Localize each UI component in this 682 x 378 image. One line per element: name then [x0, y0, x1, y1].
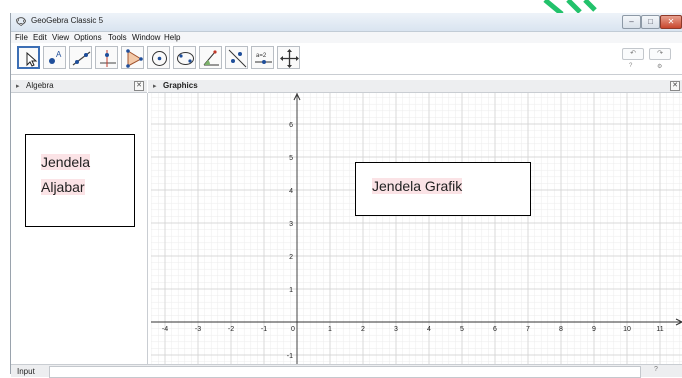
algebra-title: Algebra	[26, 81, 54, 90]
line-icon	[72, 51, 91, 66]
algebra-view[interactable]: Jendela Aljabar	[11, 93, 148, 370]
graphics-header: ▸ Graphics ✕	[148, 80, 682, 93]
y-tick-label: 2	[289, 254, 293, 261]
x-tick-label: -3	[195, 326, 201, 333]
graphics-callout: Jendela Grafik	[355, 162, 531, 216]
x-tick-label: -1	[261, 326, 267, 333]
algebra-close-button[interactable]: ✕	[134, 81, 144, 91]
x-tick-label: 3	[394, 326, 398, 333]
move-tool[interactable]	[17, 46, 40, 69]
x-tick-label: 1	[328, 326, 332, 333]
algebra-callout-line1: Jendela	[41, 154, 91, 170]
menu-file[interactable]: File	[15, 32, 28, 43]
maximize-button[interactable]: □	[641, 15, 660, 29]
close-button[interactable]: ✕	[660, 15, 682, 29]
x-tick-label: 8	[559, 326, 563, 333]
menu-view[interactable]: View	[52, 32, 69, 43]
toolbar: A a=2 ↶ ↷ ? ⚙	[11, 44, 682, 75]
geogebra-window: GeoGebra Classic 5 – □ ✕ File Edit View …	[10, 13, 682, 378]
angle-icon	[203, 50, 219, 66]
menu-bar: File Edit View Options Tools Window Help	[11, 32, 682, 43]
redo-button[interactable]: ↷	[649, 48, 671, 60]
input-field[interactable]	[49, 366, 641, 378]
x-tick-label: 10	[623, 326, 631, 333]
x-tick-label: 0	[291, 326, 295, 333]
algebra-toggle-icon[interactable]: ▸	[16, 82, 20, 90]
menu-window[interactable]: Window	[132, 32, 160, 43]
perpendicular-tool[interactable]	[95, 46, 118, 69]
slider-icon: a=2	[255, 53, 272, 64]
graphics-close-button[interactable]: ✕	[670, 81, 680, 91]
window-title: GeoGebra Classic 5	[31, 16, 104, 25]
x-tick-label: 9	[592, 326, 596, 333]
x-tick-label: 7	[526, 326, 530, 333]
input-label: Input	[17, 367, 35, 376]
algebra-header: ▸ Algebra ✕	[11, 80, 147, 93]
circle-tool[interactable]	[147, 46, 170, 69]
reflect-icon	[228, 49, 247, 68]
polygon-tool[interactable]	[121, 46, 144, 69]
x-tick-label: 5	[460, 326, 464, 333]
y-tick-label: -1	[287, 353, 293, 360]
point-label: A	[56, 50, 62, 59]
menu-tools[interactable]: Tools	[108, 32, 127, 43]
line-tool[interactable]	[69, 46, 92, 69]
x-tick-label: 11	[656, 326, 663, 333]
x-tick-label: -2	[228, 326, 234, 333]
settings-icon[interactable]: ⚙	[657, 63, 662, 70]
help-icon[interactable]: ?	[629, 63, 632, 69]
undo-button[interactable]: ↶	[622, 48, 644, 60]
angle-tool[interactable]	[199, 46, 222, 69]
graphics-view[interactable]: -4 -3 -2 -1 0 1 2 3 4 5 6 7 8 9 10 11 6 5 4 3 2 1 -1 Jendela G…	[151, 93, 682, 365]
y-tick-label: 4	[289, 188, 293, 195]
x-tick-label: 4	[427, 326, 431, 333]
circle-icon	[152, 51, 167, 66]
menu-edit[interactable]: Edit	[33, 32, 47, 43]
graphics-toggle-icon[interactable]: ▸	[153, 82, 157, 90]
slider-tool[interactable]: a=2	[251, 46, 274, 69]
reflect-tool[interactable]	[225, 46, 248, 69]
coordinate-grid[interactable]: -4 -3 -2 -1 0 1 2 3 4 5 6 7 8 9 10 11 6 5 4 3 2 1 -1	[151, 93, 682, 365]
x-tick-label: -4	[162, 326, 168, 333]
cursor-arrow-icon	[26, 51, 38, 67]
y-tick-label: 3	[289, 221, 293, 228]
graphics-callout-text: Jendela Grafik	[372, 178, 463, 194]
watermark-icon	[543, 0, 597, 14]
input-help-icon[interactable]: ?	[654, 366, 658, 373]
perpendicular-icon	[100, 50, 116, 67]
menu-help[interactable]: Help	[164, 32, 180, 43]
menu-options[interactable]: Options	[74, 32, 102, 43]
move-view-tool[interactable]	[277, 46, 300, 69]
algebra-callout: Jendela Aljabar	[25, 134, 135, 227]
geogebra-logo-icon	[16, 17, 26, 26]
point-tool[interactable]: A	[43, 46, 66, 69]
y-tick-label: 1	[289, 287, 293, 294]
ellipse-icon	[177, 52, 194, 65]
conic-tool[interactable]	[173, 46, 196, 69]
graphics-title: Graphics	[163, 81, 198, 90]
algebra-callout-line2: Aljabar	[41, 179, 85, 195]
input-bar: Input ?	[11, 364, 682, 378]
y-tick-label: 5	[289, 155, 293, 162]
point-icon: A	[49, 50, 62, 64]
move-view-icon	[280, 49, 299, 68]
x-tick-label: 6	[493, 326, 497, 333]
y-tick-label: 6	[289, 122, 293, 129]
title-bar: GeoGebra Classic 5 – □ ✕	[11, 13, 682, 32]
minimize-button[interactable]: –	[622, 15, 641, 29]
slider-text: a=2	[256, 53, 267, 59]
x-tick-label: 2	[361, 326, 365, 333]
polygon-icon	[126, 49, 143, 68]
